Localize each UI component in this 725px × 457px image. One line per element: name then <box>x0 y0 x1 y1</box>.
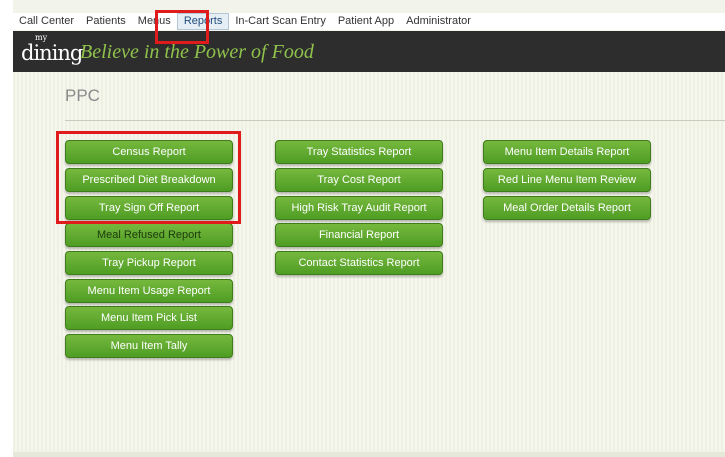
tray-statistics-report-button[interactable]: Tray Statistics Report <box>275 140 443 164</box>
reports-highlight-box <box>56 131 241 224</box>
logo-dining-text: dining <box>21 41 83 65</box>
nav-reports-highlight-box <box>155 10 209 44</box>
mydining-logo: my dining <box>21 34 83 70</box>
nav-patient-app[interactable]: Patient App <box>332 13 400 30</box>
nav-patients[interactable]: Patients <box>80 13 132 30</box>
top-nav: Call Center Patients Menus Reports In-Ca… <box>13 13 725 30</box>
meal-order-details-report-button[interactable]: Meal Order Details Report <box>483 196 651 220</box>
header-bar: my dining Believe in the Power of Food <box>13 31 725 72</box>
menu-item-details-report-button[interactable]: Menu Item Details Report <box>483 140 651 164</box>
nav-call-center[interactable]: Call Center <box>13 13 80 30</box>
red-line-menu-item-review-button[interactable]: Red Line Menu Item Review <box>483 168 651 192</box>
financial-report-button[interactable]: Financial Report <box>275 223 443 247</box>
tray-cost-report-button[interactable]: Tray Cost Report <box>275 168 443 192</box>
menu-item-usage-report-button[interactable]: Menu Item Usage Report <box>65 279 233 303</box>
bottom-band <box>13 452 725 457</box>
meal-refused-report-button[interactable]: Meal Refused Report <box>65 223 233 247</box>
app-frame: Call Center Patients Menus Reports In-Ca… <box>13 0 725 457</box>
title-divider <box>65 120 725 121</box>
contact-statistics-report-button[interactable]: Contact Statistics Report <box>275 251 443 275</box>
nav-in-cart-scan-entry[interactable]: In-Cart Scan Entry <box>229 13 331 30</box>
page-title: PPC <box>65 86 100 105</box>
menu-item-pick-list-button[interactable]: Menu Item Pick List <box>65 306 233 330</box>
menu-item-tally-button[interactable]: Menu Item Tally <box>65 334 233 358</box>
main-content: PPC Census Report Prescribed Diet Breakd… <box>13 72 725 452</box>
nav-administrator[interactable]: Administrator <box>400 13 477 30</box>
high-risk-tray-audit-report-button[interactable]: High Risk Tray Audit Report <box>275 196 443 220</box>
tray-pickup-report-button[interactable]: Tray Pickup Report <box>65 251 233 275</box>
